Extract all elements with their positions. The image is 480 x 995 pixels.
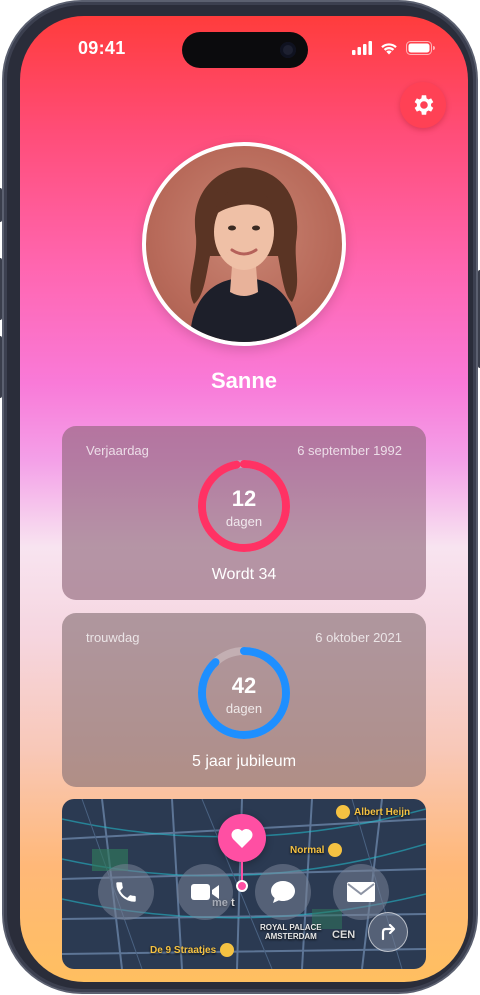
map-poi[interactable]: De 9 Straatjes xyxy=(150,943,235,957)
countdown-unit: dagen xyxy=(225,514,263,529)
volume-up-button xyxy=(0,258,2,320)
profile-name: Sanne xyxy=(210,368,278,393)
card-label: Verjaardag xyxy=(86,443,149,458)
card-footer: 5 jaar jubileum xyxy=(191,753,297,770)
shop-icon xyxy=(336,805,350,819)
video-call-button[interactable] xyxy=(177,864,233,920)
heart-icon xyxy=(231,828,253,848)
avatar xyxy=(142,142,346,346)
signal-icon xyxy=(352,41,372,55)
card-label: trouwdag xyxy=(86,630,140,645)
pin-stem xyxy=(241,862,243,882)
wifi-icon xyxy=(381,43,397,55)
action-button xyxy=(0,188,2,222)
message-button[interactable] xyxy=(255,864,311,920)
status-time: 09:41 xyxy=(78,38,126,58)
dynamic-island xyxy=(182,32,308,68)
landmark-icon xyxy=(220,943,235,957)
call-button[interactable] xyxy=(98,864,154,920)
map-poi[interactable]: ROYAL PALACE AMSTERDAM xyxy=(260,923,322,941)
countdown-number: 12 xyxy=(231,486,257,511)
map-label: CEN xyxy=(332,929,356,941)
volume-down-button xyxy=(0,336,2,398)
message-icon xyxy=(271,881,295,903)
countdown-number: 42 xyxy=(231,673,257,698)
status-icons xyxy=(352,41,436,55)
restaurant-icon xyxy=(328,843,343,857)
mail-icon xyxy=(347,882,375,902)
directions-button[interactable] xyxy=(368,912,408,952)
directions-icon xyxy=(381,923,396,941)
birthday-card[interactable]: Verjaardag 6 september 1992 12 dagen Wor… xyxy=(62,426,426,600)
pin-dot xyxy=(236,880,248,892)
countdown-unit: dagen xyxy=(225,701,263,716)
screen: 09:41 Sanne Verjaardag 6 september 1992 … xyxy=(20,16,468,982)
wedding-card[interactable]: trouwdag 6 oktober 2021 42 dagen 5 jaar … xyxy=(62,613,426,787)
battery-icon xyxy=(406,41,435,55)
card-date: 6 september 1992 xyxy=(297,443,402,458)
gear-icon xyxy=(414,95,434,115)
location-pin[interactable] xyxy=(218,814,266,862)
card-footer: Wordt 34 xyxy=(211,566,277,583)
mail-button[interactable] xyxy=(333,864,389,920)
phone-icon xyxy=(116,882,136,902)
card-date: 6 oktober 2021 xyxy=(315,630,402,645)
camera-icon xyxy=(280,42,296,58)
map-poi[interactable]: Normal xyxy=(290,843,343,857)
video-icon xyxy=(191,884,219,900)
settings-button[interactable] xyxy=(400,82,446,128)
map-poi[interactable]: Albert Heijn xyxy=(336,805,410,819)
phone-frame: 09:41 Sanne Verjaardag 6 september 1992 … xyxy=(0,2,480,992)
avatar-portrait xyxy=(190,167,298,342)
status-bar: 09:41 xyxy=(20,16,468,72)
